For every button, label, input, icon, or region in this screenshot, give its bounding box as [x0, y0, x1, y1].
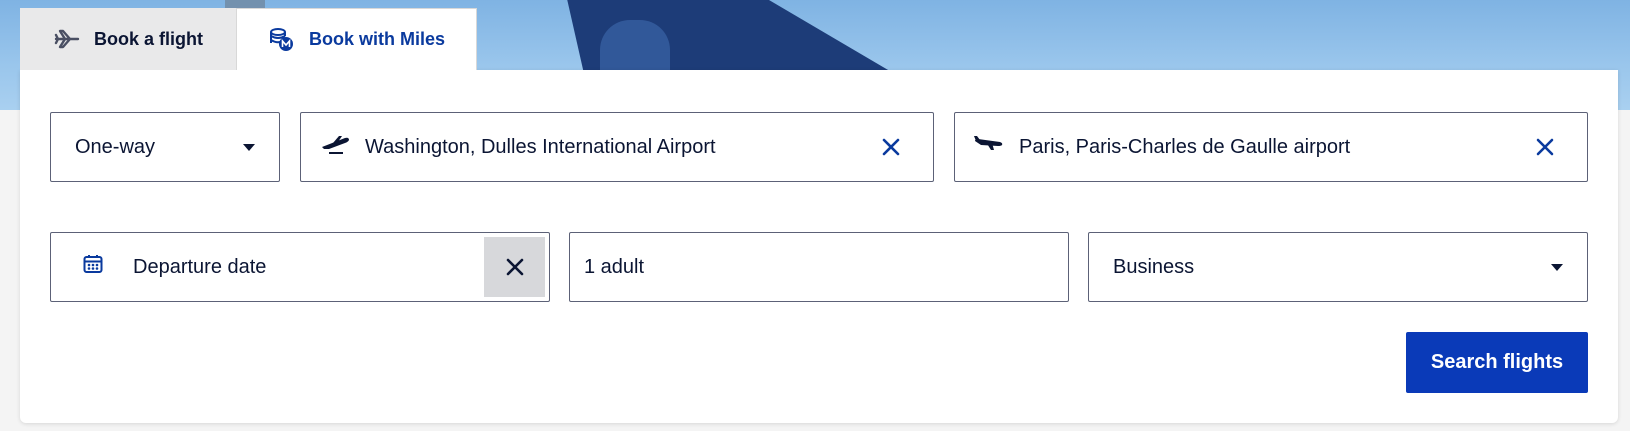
search-flights-button[interactable]: Search flights: [1406, 332, 1588, 393]
plane-icon: [54, 29, 80, 49]
trip-type-select[interactable]: One-way: [50, 112, 280, 182]
landing-icon: [973, 133, 1005, 161]
destination-field[interactable]: Paris, Paris-Charles de Gaulle airport: [954, 112, 1588, 182]
booking-tabs: Book a flight Book with Miles: [20, 8, 477, 70]
clear-date-button[interactable]: [484, 237, 545, 297]
origin-field[interactable]: Washington, Dulles International Airport: [300, 112, 934, 182]
chevron-down-icon: [243, 143, 255, 151]
booking-form-card: One-way Washington, Dulles International…: [20, 70, 1618, 423]
passengers-value: 1 adult: [584, 255, 645, 278]
cabin-class-select[interactable]: Business: [1088, 232, 1588, 302]
departure-date-field[interactable]: Departure date: [50, 232, 550, 302]
clear-destination-button[interactable]: [1527, 129, 1563, 165]
trip-type-value: One-way: [75, 135, 156, 158]
close-icon: [882, 138, 900, 156]
destination-value: Paris, Paris-Charles de Gaulle airport: [1019, 135, 1351, 158]
clear-origin-button[interactable]: [873, 129, 909, 165]
tab-book-a-flight[interactable]: Book a flight: [20, 8, 236, 70]
close-icon: [1536, 138, 1554, 156]
miles-coins-icon: [269, 27, 295, 53]
passengers-field[interactable]: 1 adult: [569, 232, 1069, 302]
calendar-icon: [83, 254, 103, 280]
cabin-class-value: Business: [1113, 255, 1195, 278]
close-icon: [506, 258, 523, 276]
tab-label: Book a flight: [94, 28, 203, 49]
origin-value: Washington, Dulles International Airport: [365, 135, 716, 158]
chevron-down-icon: [1551, 263, 1563, 271]
tab-label: Book with Miles: [309, 29, 446, 49]
tab-book-with-miles[interactable]: Book with Miles: [236, 8, 477, 70]
hero-person-shade: [600, 20, 670, 75]
takeoff-icon: [319, 133, 351, 161]
